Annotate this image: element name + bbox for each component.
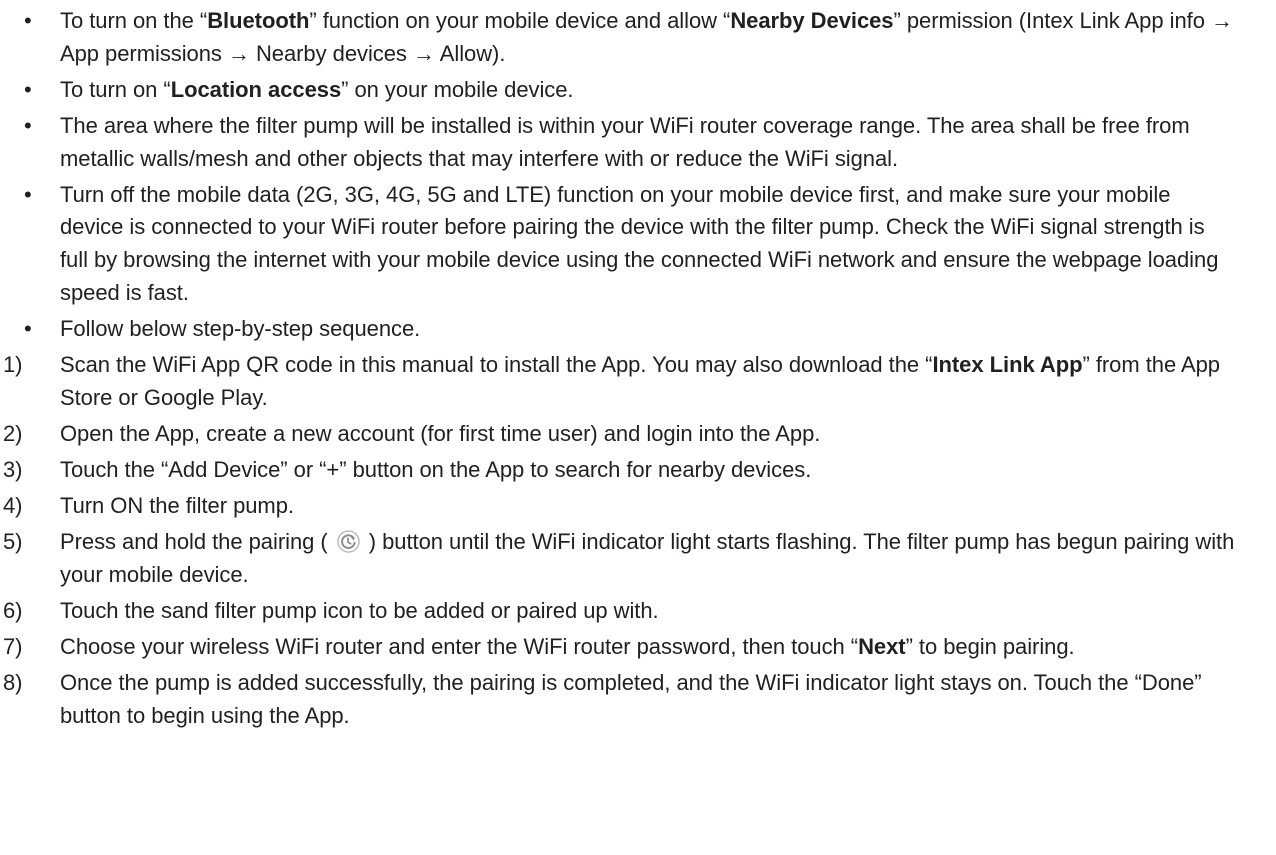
requirements-list: • To turn on the “Bluetooth” function on …: [0, 5, 1276, 345]
bullet-item-marker: •: [24, 8, 32, 33]
instruction-page: • To turn on the “Bluetooth” function on …: [0, 0, 1276, 855]
bullet-item: • To turn on the “Bluetooth” function on …: [0, 5, 1276, 70]
body-text: ” to begin pairing.: [905, 634, 1075, 660]
step-item-marker: 7): [3, 634, 23, 660]
body-text: Touch the sand filter pump icon to be ad…: [60, 598, 659, 624]
step-item-marker: 3): [3, 456, 23, 482]
body-text: ” function on your mobile device and all…: [309, 8, 731, 33]
step-item-marker: 4): [3, 493, 23, 519]
bullet-item-marker: •: [24, 315, 32, 341]
body-text: Press and hold the pairing (: [60, 529, 334, 555]
step-item-marker: 8): [3, 670, 23, 696]
step-item: 8) Once the pump is added successfully, t…: [0, 667, 1276, 732]
body-text: Turn ON the filter pump.: [60, 493, 294, 519]
body-text: ” on your mobile device.: [341, 76, 574, 102]
emphasis-text: Bluetooth: [207, 8, 310, 33]
step-item: 4) Turn ON the filter pump.: [0, 490, 1276, 523]
body-text: Turn off the mobile data (2G, 3G, 4G, 5G…: [60, 181, 1219, 305]
body-text: To turn on the “: [60, 8, 208, 33]
body-text: Scan the WiFi App QR code in this manual…: [60, 351, 933, 377]
step-item: 6) Touch the sand filter pump icon to be …: [0, 595, 1276, 628]
bullet-item: • Follow below step-by-step sequence.: [0, 313, 1276, 346]
bullet-item: • The area where the filter pump will be …: [0, 110, 1276, 175]
pairing-icon: [337, 530, 360, 553]
pairing-steps-list: 1) Scan the WiFi App QR code in this manu…: [0, 349, 1276, 733]
body-text: Touch the “Add Device” or “+” button on …: [60, 456, 812, 482]
step-item: 5) Press and hold the pairing ( ) button …: [0, 526, 1276, 591]
bullet-item-marker: •: [24, 181, 32, 207]
bullet-item: • To turn on “Location access” on your mo…: [0, 74, 1276, 107]
bullet-item: • Turn off the mobile data (2G, 3G, 4G, 5…: [0, 179, 1276, 309]
step-item-marker: 1): [3, 351, 23, 377]
body-text: Open the App, create a new account (for …: [60, 420, 821, 446]
body-text: The area where the filter pump will be i…: [60, 112, 1190, 171]
step-item: 7) Choose your wireless WiFi router and e…: [0, 631, 1276, 664]
bullet-item-marker: •: [24, 112, 32, 138]
step-item-marker: 2): [3, 420, 23, 446]
emphasis-text: Location access: [170, 76, 342, 102]
step-item-marker: 6): [3, 598, 23, 624]
emphasis-text: Nearby Devices: [730, 8, 894, 33]
bullet-item-marker: •: [24, 76, 32, 102]
step-item: 2) Open the App, create a new account (fo…: [0, 418, 1276, 451]
step-item: 3) Touch the “Add Device” or “+” button o…: [0, 454, 1276, 487]
body-text: Follow below step-by-step sequence.: [60, 315, 421, 341]
body-text: Choose your wireless WiFi router and ent…: [60, 634, 859, 660]
step-item: 1) Scan the WiFi App QR code in this manu…: [0, 349, 1276, 414]
step-item-marker: 5): [3, 529, 23, 555]
emphasis-text: Intex Link App: [932, 351, 1083, 377]
body-text: To turn on “: [60, 76, 171, 102]
body-text: Once the pump is added successfully, the…: [60, 670, 1202, 728]
emphasis-text: Next: [858, 634, 906, 660]
